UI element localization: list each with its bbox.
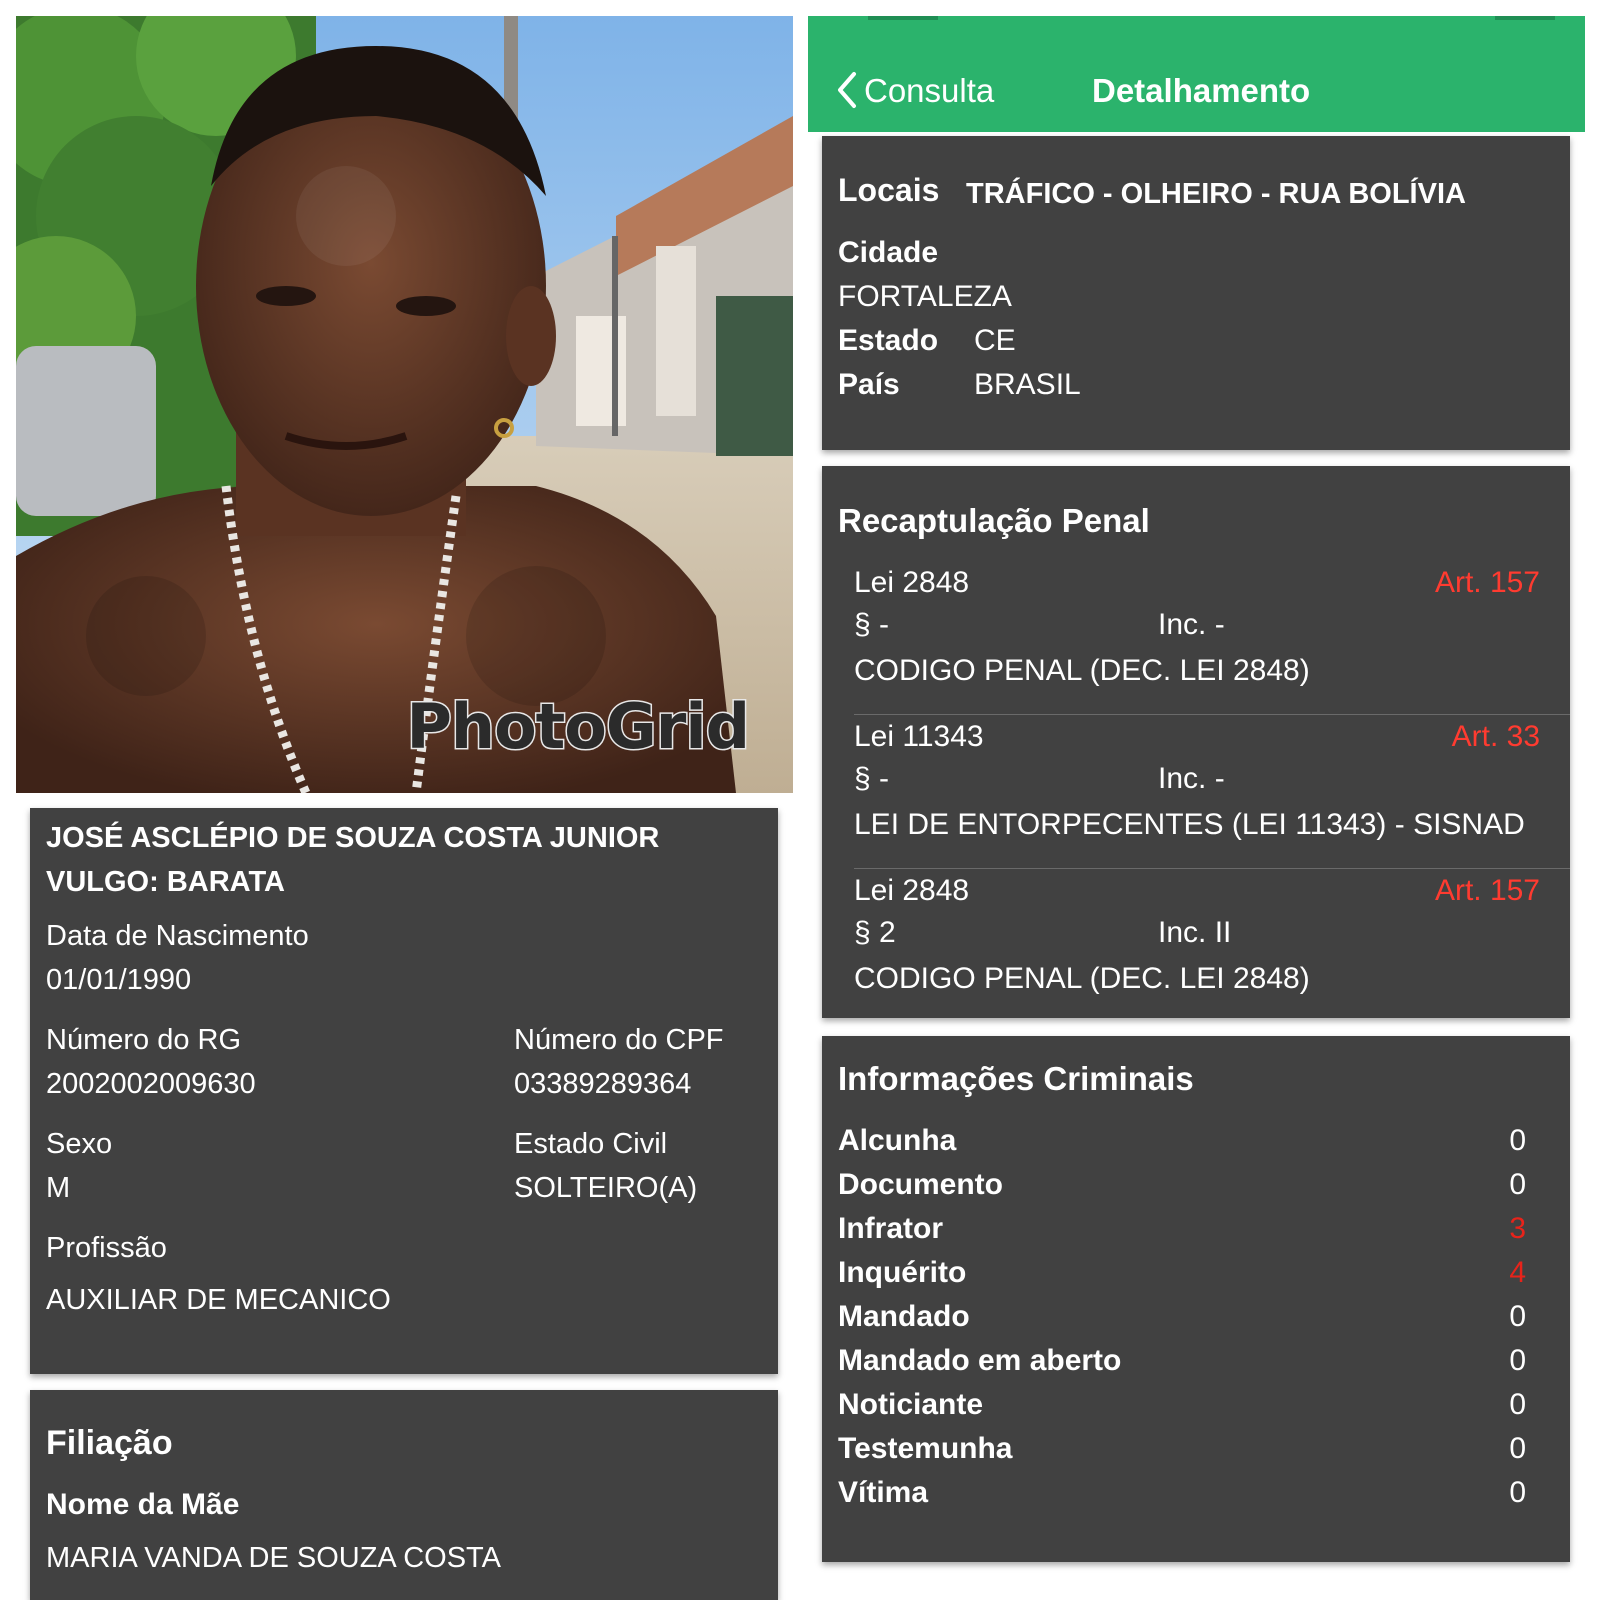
criminal-info-label: Mandado em aberto	[838, 1344, 1122, 1377]
photogrid-watermark: PhotoGrid	[405, 689, 752, 765]
country-value: BRASIL	[974, 368, 1081, 401]
inciso: Inc. -	[1158, 608, 1225, 641]
mother-value: MARIA VANDA DE SOUZA COSTA	[46, 1542, 501, 1574]
filiation-card: Filiação Nome da Mãe MARIA VANDA DE SOUZ…	[30, 1390, 778, 1600]
law-description: CODIGO PENAL (DEC. LEI 2848)	[854, 962, 1310, 995]
law-description: LEI DE ENTORPECENTES (LEI 11343) - SISNA…	[854, 808, 1525, 841]
article-number: Art. 157	[1434, 566, 1540, 599]
state-value: CE	[974, 324, 1016, 357]
paragraph: § -	[854, 608, 890, 641]
cpf-label: Número do CPF	[514, 1024, 724, 1056]
criminal-info-label: Documento	[838, 1168, 1003, 1201]
criminal-info-count: 0	[1509, 1476, 1526, 1509]
filiation-title: Filiação	[46, 1424, 173, 1462]
criminal-info-card: Informações Criminais Alcunha 0 Documento 0…	[822, 1036, 1570, 1562]
criminal-info-count: 0	[1509, 1168, 1526, 1201]
criminal-info-count: 4	[1509, 1256, 1526, 1289]
penal-item[interactable]: Lei 11343 Art. 33 § - Inc. - LEI DE ENTO…	[822, 720, 1570, 872]
sex-value: M	[46, 1172, 71, 1204]
penal-item[interactable]: Lei 2848 Art. 157 § - Inc. - CODIGO PENA…	[822, 566, 1570, 718]
criminal-info-count: 3	[1509, 1212, 1526, 1245]
photo-illustration	[16, 16, 793, 793]
rg-value: 2002002009630	[46, 1068, 256, 1100]
person-alias: VULGO: BARATA	[46, 866, 285, 898]
penal-recap-card: Recaptulação Penal Lei 2848 Art. 157 § -…	[822, 466, 1570, 1018]
birth-label: Data de Nascimento	[46, 920, 309, 952]
criminal-info-count: 0	[1509, 1344, 1526, 1377]
profession-label: Profissão	[46, 1232, 167, 1264]
person-name: JOSÉ ASCLÉPIO DE SOUZA COSTA JUNIOR	[46, 822, 660, 854]
status-bar-left	[868, 16, 938, 20]
law-description: CODIGO PENAL (DEC. LEI 2848)	[854, 654, 1310, 687]
city-value: FORTALEZA	[838, 280, 1012, 313]
city-label: Cidade	[838, 236, 939, 269]
birth-value: 01/01/1990	[46, 964, 192, 996]
back-label: Consulta	[864, 72, 995, 109]
page-title: Detalhamento	[1092, 72, 1311, 109]
locais-value: TRÁFICO - OLHEIRO - RUA BOLÍVIA	[966, 178, 1466, 210]
criminal-info-label: Mandado	[838, 1300, 970, 1333]
criminal-info-title: Informações Criminais	[838, 1060, 1194, 1097]
state-label: Estado	[838, 324, 939, 357]
criminal-info-count: 0	[1509, 1432, 1526, 1465]
chevron-left-icon	[838, 72, 856, 108]
criminal-info-row[interactable]: Mandado em aberto 0	[822, 1344, 1570, 1384]
criminal-info-count: 0	[1509, 1300, 1526, 1333]
personal-info-card: JOSÉ ASCLÉPIO DE SOUZA COSTA JUNIOR VULG…	[30, 808, 778, 1374]
law-number: Lei 11343	[854, 720, 984, 753]
profession-value: AUXILIAR DE MECANICO	[46, 1284, 391, 1316]
penal-item[interactable]: Lei 2848 Art. 157 § 2 Inc. II CODIGO PEN…	[822, 874, 1570, 1018]
divider	[854, 868, 1570, 869]
civil-status-label: Estado Civil	[514, 1128, 668, 1160]
criminal-info-row[interactable]: Documento 0	[822, 1168, 1570, 1208]
law-number: Lei 2848	[854, 874, 970, 907]
criminal-info-count: 0	[1509, 1124, 1526, 1157]
criminal-info-label: Vítima	[838, 1476, 929, 1509]
criminal-info-count: 0	[1509, 1388, 1526, 1421]
status-bar-right	[1495, 16, 1555, 20]
penal-title: Recaptulação Penal	[838, 502, 1150, 539]
divider	[854, 714, 1570, 715]
criminal-info-row[interactable]: Vítima 0	[822, 1476, 1570, 1516]
back-button[interactable]: Consulta	[826, 62, 1006, 114]
article-number: Art. 33	[1451, 720, 1540, 753]
criminal-info-label: Infrator	[838, 1212, 943, 1245]
paragraph: § 2	[854, 916, 896, 949]
criminal-info-label: Noticiante	[838, 1388, 984, 1421]
article-number: Art. 157	[1434, 874, 1540, 907]
mother-label: Nome da Mãe	[46, 1488, 240, 1521]
criminal-info-label: Testemunha	[838, 1432, 1013, 1465]
sex-label: Sexo	[46, 1128, 113, 1160]
criminal-info-row[interactable]: Mandado 0	[822, 1300, 1570, 1340]
criminal-info-label: Alcunha	[838, 1124, 957, 1157]
law-number: Lei 2848	[854, 566, 970, 599]
cpf-value: 03389289364	[514, 1068, 692, 1100]
criminal-info-label: Inquérito	[838, 1256, 967, 1289]
criminal-info-row[interactable]: Alcunha 0	[822, 1124, 1570, 1164]
inciso: Inc. II	[1158, 916, 1232, 949]
location-card: Locais TRÁFICO - OLHEIRO - RUA BOLÍVIA C…	[822, 136, 1570, 450]
app-header: Consulta Detalhamento	[808, 16, 1585, 132]
criminal-info-row[interactable]: Noticiante 0	[822, 1388, 1570, 1428]
suspect-photo: PhotoGrid	[16, 16, 793, 793]
criminal-info-row[interactable]: Inquérito 4	[822, 1256, 1570, 1296]
criminal-info-row[interactable]: Testemunha 0	[822, 1432, 1570, 1472]
criminal-info-row[interactable]: Infrator 3	[822, 1212, 1570, 1252]
locais-label: Locais	[838, 172, 940, 208]
paragraph: § -	[854, 762, 890, 795]
rg-label: Número do RG	[46, 1024, 242, 1056]
civil-status-value: SOLTEIRO(A)	[514, 1172, 698, 1204]
country-label: País	[838, 368, 900, 401]
inciso: Inc. -	[1158, 762, 1225, 795]
